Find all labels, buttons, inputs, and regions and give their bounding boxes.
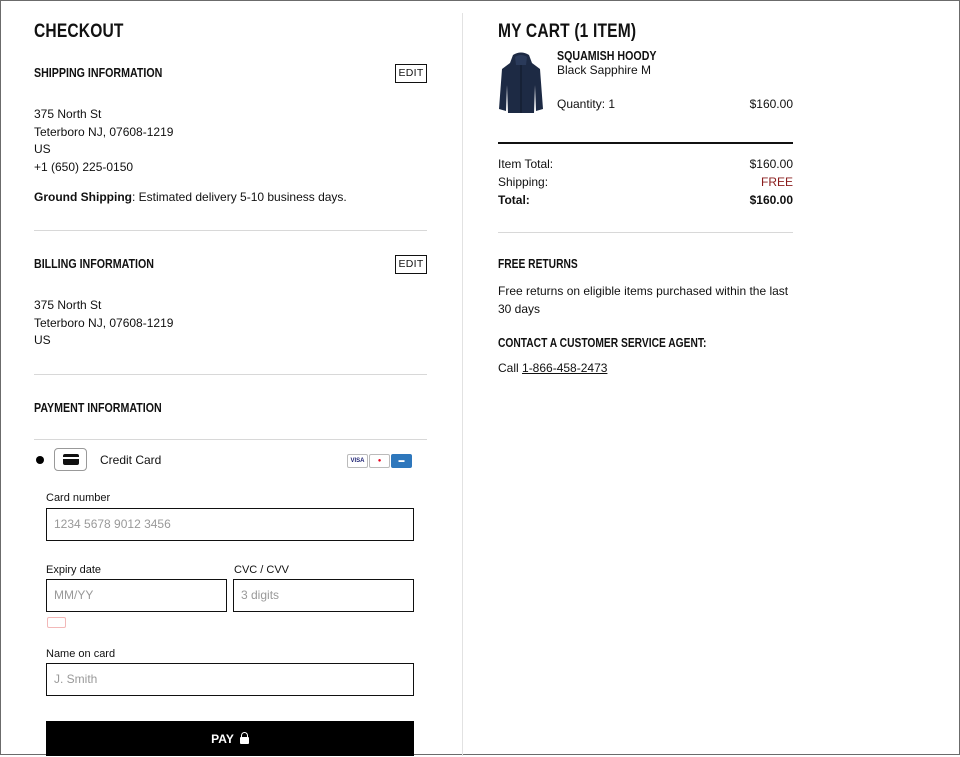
- column-divider: [462, 13, 463, 756]
- shipping-value: FREE: [760, 175, 793, 189]
- shipping-method-text: : Estimated delivery 5-10 business days.: [131, 190, 347, 204]
- item-total-row: Item Total: $160.00: [498, 157, 793, 171]
- product-quantity: Quantity: 1: [557, 97, 616, 111]
- card-number-label: Card number: [46, 492, 111, 504]
- pay-button[interactable]: PAY: [46, 721, 414, 756]
- shipping-address: 375 North St Teterboro NJ, 07608-1219 US…: [34, 106, 173, 176]
- payment-title: PAYMENT INFORMATION: [34, 400, 162, 415]
- page-title: CHECKOUT: [34, 21, 124, 42]
- free-returns-title: FREE RETURNS: [498, 257, 578, 271]
- total-row: Total: $160.00: [498, 193, 793, 207]
- product-price: $160.00: [749, 97, 793, 111]
- shipping-row: Shipping: FREE: [498, 175, 793, 189]
- shipping-method: Ground Shipping: Estimated delivery 5-10…: [34, 190, 347, 204]
- billing-edit-button[interactable]: EDIT: [395, 255, 427, 274]
- address-line: 375 North St: [34, 298, 102, 312]
- divider: [34, 374, 427, 375]
- product-name[interactable]: SQUAMISH HOODY: [557, 48, 657, 63]
- divider: [34, 230, 427, 231]
- cvc-input[interactable]: 3 digits: [233, 579, 414, 612]
- divider: [498, 232, 793, 233]
- call-label: Call: [498, 361, 523, 375]
- address-line: Teterboro NJ, 07608-1219: [34, 124, 174, 139]
- address-line: 375 North St: [34, 107, 102, 121]
- contact-line: Call 1-866-458-2473: [498, 361, 607, 375]
- visa-icon: VISA: [347, 454, 368, 468]
- billing-title: BILLING INFORMATION: [34, 256, 155, 271]
- name-on-card-label: Name on card: [46, 648, 116, 660]
- address-line: US: [34, 333, 51, 347]
- divider: [34, 439, 427, 440]
- amex-icon: ▬: [391, 454, 412, 468]
- lock-icon: [239, 732, 249, 744]
- expiry-input[interactable]: MM/YY: [46, 579, 227, 612]
- cart-title: MY CART (1 ITEM): [498, 21, 637, 42]
- expiry-label: Expiry date: [46, 564, 102, 576]
- address-line: Teterboro NJ, 07608-1219: [34, 315, 174, 330]
- shipping-edit-button[interactable]: EDIT: [395, 64, 427, 83]
- card-number-input[interactable]: 1234 5678 9012 3456: [46, 508, 414, 541]
- product-variant: Black Sapphire M: [557, 63, 652, 77]
- shipping-method-label: Ground Shipping: [34, 190, 132, 204]
- phone-link[interactable]: 1-866-458-2473: [522, 361, 607, 375]
- mastercard-icon: ●: [369, 454, 390, 468]
- name-on-card-input[interactable]: J. Smith: [46, 663, 414, 696]
- pay-label: PAY: [211, 732, 234, 746]
- shipping-label: Shipping:: [498, 175, 549, 189]
- phone-line: +1 (650) 225-0150: [34, 159, 134, 174]
- free-returns-text: Free returns on eligible items purchased…: [498, 284, 789, 316]
- cvc-label: CVC / CVV: [234, 564, 290, 576]
- contact-title: CONTACT A CUSTOMER SERVICE AGENT:: [498, 336, 707, 350]
- shipping-title: SHIPPING INFORMATION: [34, 65, 163, 80]
- item-total-value: $160.00: [749, 157, 793, 171]
- credit-card-radio[interactable]: [36, 456, 44, 464]
- card-back-icon: [47, 617, 66, 628]
- cart-divider: [498, 142, 793, 144]
- total-value: $160.00: [749, 193, 793, 207]
- credit-card-icon: [54, 448, 87, 471]
- billing-address: 375 North St Teterboro NJ, 07608-1219 US: [34, 297, 173, 350]
- address-line: US: [34, 142, 51, 156]
- item-total-label: Item Total:: [498, 157, 554, 171]
- hoody-product-image[interactable]: [498, 51, 544, 115]
- total-label: Total:: [498, 193, 530, 207]
- payment-method-label: Credit Card: [100, 453, 162, 467]
